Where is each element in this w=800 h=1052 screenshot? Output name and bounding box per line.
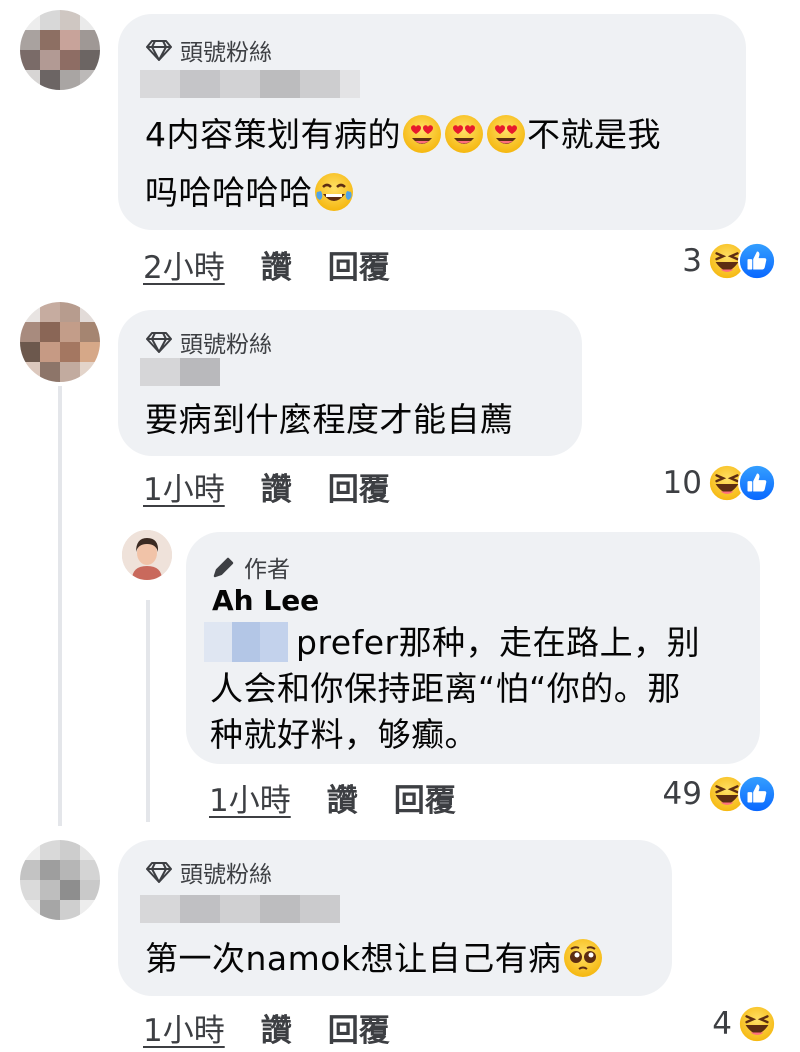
like-button[interactable]: 讚: [261, 1005, 292, 1050]
reaction-count: 49: [662, 776, 702, 812]
reply-button[interactable]: 回覆: [328, 1005, 390, 1050]
heart-eyes-emoji: [486, 114, 526, 154]
avatar[interactable]: [20, 10, 100, 90]
like-icon: [738, 775, 776, 813]
reply-connector: [146, 600, 150, 822]
like-button[interactable]: 讚: [327, 775, 358, 820]
diamond-icon: [146, 40, 172, 61]
timestamp-link[interactable]: 1小時: [143, 1005, 225, 1050]
commenter-name[interactable]: [140, 358, 220, 386]
diamond-icon: [146, 332, 172, 353]
reaction-summary[interactable]: 3: [682, 242, 776, 280]
reaction-summary[interactable]: 10: [663, 464, 776, 502]
reaction-count: 10: [662, 465, 702, 501]
comment-actions: 1小時 讚 回覆: [143, 464, 426, 509]
comment-actions: 2小時 讚 回覆: [143, 242, 426, 287]
avatar[interactable]: [20, 840, 100, 920]
reaction-summary[interactable]: 4: [712, 1005, 776, 1043]
author-badge[interactable]: 作者: [212, 550, 290, 584]
pencil-icon: [213, 557, 234, 578]
timestamp-link[interactable]: 1小時: [209, 775, 291, 820]
top-fan-badge[interactable]: 頭號粉絲: [146, 33, 272, 67]
comment-text: 第一次namok想让自己有病: [145, 930, 604, 988]
reaction-count: 4: [712, 1006, 732, 1042]
top-fan-badge[interactable]: 頭號粉絲: [146, 855, 272, 889]
reply-button[interactable]: 回覆: [328, 242, 390, 287]
timestamp-link[interactable]: 2小時: [143, 242, 225, 287]
badge-label: 頭號粉絲: [180, 862, 272, 888]
badge-label: 作者: [244, 557, 290, 583]
comment-text-line2: 吗哈哈哈哈: [145, 164, 355, 222]
haha-icon: [738, 1005, 776, 1043]
reply-button[interactable]: 回覆: [328, 464, 390, 509]
reply-button[interactable]: 回覆: [394, 775, 456, 820]
comment-actions: 1小時 讚 回覆: [143, 1005, 426, 1050]
reply-text-line3: 种就好料，够癫。: [210, 715, 478, 754]
commenter-name[interactable]: [140, 895, 340, 923]
diamond-icon: [146, 862, 172, 883]
reaction-summary[interactable]: 49: [663, 775, 776, 813]
thread-line: [58, 386, 62, 826]
tears-of-joy-emoji: [314, 172, 354, 212]
heart-eyes-emoji: [402, 114, 442, 154]
comment-text: 要病到什麼程度才能自薦: [145, 400, 514, 439]
pleading-face-emoji: [563, 938, 603, 978]
like-button[interactable]: 讚: [261, 464, 292, 509]
badge-label: 頭號粉絲: [180, 332, 272, 358]
tagged-name[interactable]: [204, 622, 288, 662]
avatar[interactable]: [20, 302, 100, 382]
reaction-count: 3: [682, 243, 702, 279]
author-photo: [122, 530, 172, 580]
like-button[interactable]: 讚: [261, 242, 292, 287]
reply-actions: 1小時 讚 回覆: [209, 775, 492, 820]
comment-text: 4内容策划有病的 不就是我: [145, 114, 661, 154]
like-icon: [738, 464, 776, 502]
badge-label: 頭號粉絲: [180, 40, 272, 66]
author-name[interactable]: Ah Lee: [212, 584, 319, 617]
author-avatar[interactable]: [122, 530, 172, 580]
commenter-name[interactable]: [140, 70, 360, 98]
like-icon: [738, 242, 776, 280]
top-fan-badge[interactable]: 頭號粉絲: [146, 325, 272, 359]
heart-eyes-emoji: [444, 114, 484, 154]
timestamp-link[interactable]: 1小時: [143, 464, 225, 509]
